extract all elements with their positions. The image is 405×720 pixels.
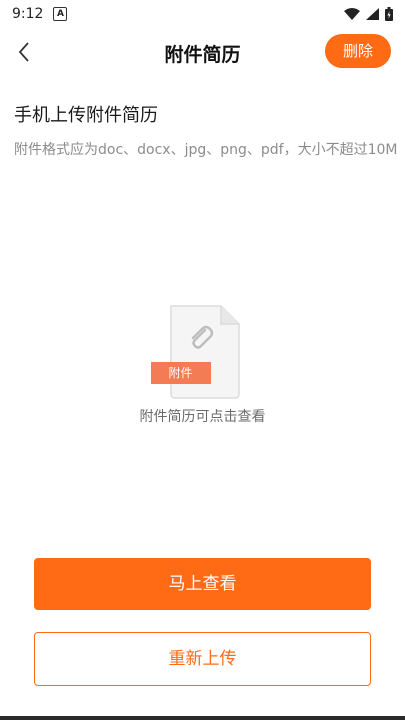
file-hint: 附件简历可点击查看 bbox=[139, 409, 266, 425]
status-right bbox=[344, 7, 393, 21]
status-time: 9:12 bbox=[12, 6, 44, 22]
paperclip-icon bbox=[191, 325, 213, 349]
view-button[interactable]: 马上查看 bbox=[34, 558, 371, 610]
delete-button[interactable]: 删除 bbox=[325, 34, 391, 68]
battery-icon bbox=[385, 7, 393, 21]
format-description: 附件格式应为doc、docx、jpg、png、pdf，大小不超过10M bbox=[14, 142, 398, 158]
header: 附件简历 删除 bbox=[0, 28, 405, 76]
status-bar: 9:12 A bbox=[0, 0, 405, 28]
section-title: 手机上传附件简历 bbox=[14, 105, 158, 126]
file-tag: 附件 bbox=[150, 362, 211, 384]
file-preview-button[interactable]: 附件 bbox=[150, 300, 253, 400]
reupload-button[interactable]: 重新上传 bbox=[34, 632, 371, 686]
signal-icon bbox=[366, 8, 379, 20]
file-preview: 附件 附件简历可点击查看 bbox=[0, 300, 405, 440]
wifi-icon bbox=[344, 8, 360, 20]
navigation-bar bbox=[0, 716, 405, 720]
notification-icon: A bbox=[53, 7, 68, 21]
status-left: 9:12 A bbox=[12, 6, 68, 22]
